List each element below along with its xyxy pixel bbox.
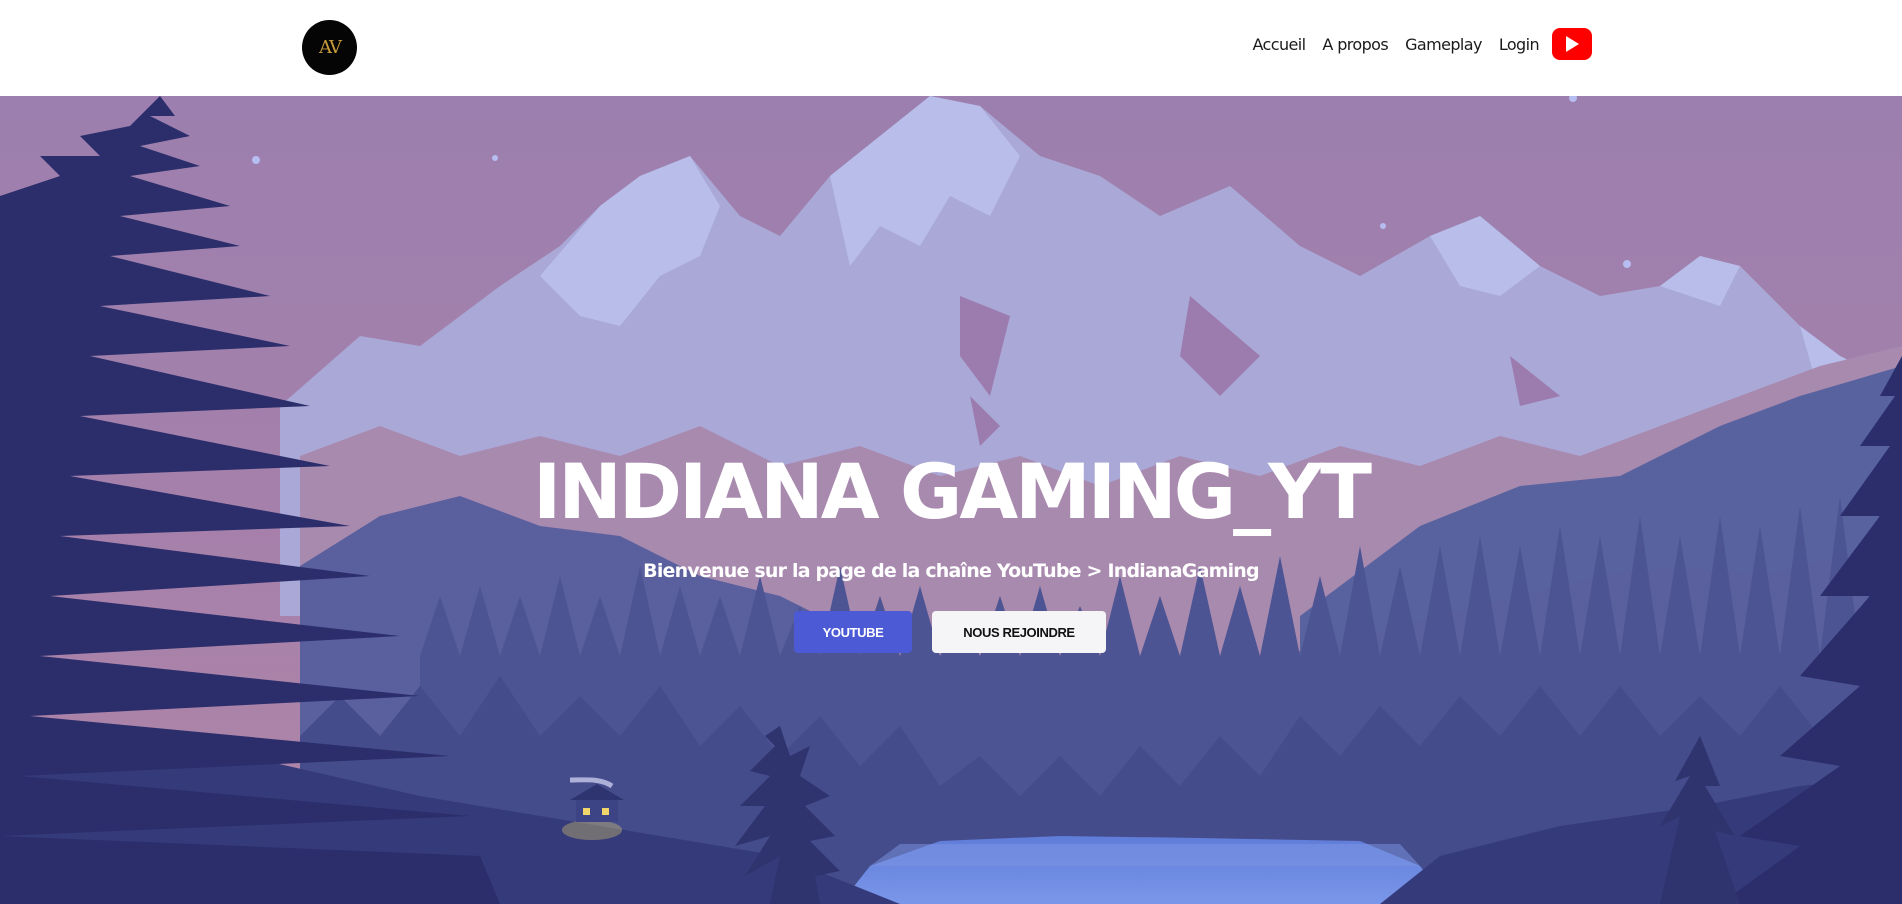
hero-content: INDIANA GAMING_YT Bienvenue sur la page … — [0, 96, 1902, 904]
logo-monogram: AV — [318, 37, 342, 58]
hero-title: INDIANA GAMING_YT — [533, 447, 1372, 536]
nav-link-login[interactable]: Login — [1499, 35, 1540, 54]
main-nav: Accueil A propos Gameplay Login — [1252, 28, 1592, 60]
join-button[interactable]: NOUS REJOINDRE — [932, 611, 1106, 653]
nav-link-gameplay[interactable]: Gameplay — [1405, 35, 1482, 54]
site-header: AV Accueil A propos Gameplay Login — [0, 0, 1902, 96]
youtube-button[interactable]: YOUTUBE — [794, 611, 912, 653]
hero-subtitle: Bienvenue sur la page de la chaîne YouTu… — [643, 560, 1260, 582]
youtube-nav-button[interactable] — [1552, 28, 1592, 60]
youtube-play-icon — [1566, 36, 1579, 52]
hero-section: INDIANA GAMING_YT Bienvenue sur la page … — [0, 96, 1902, 904]
nav-link-a-propos[interactable]: A propos — [1322, 35, 1388, 54]
nav-link-accueil[interactable]: Accueil — [1252, 35, 1306, 54]
site-logo[interactable]: AV — [302, 20, 357, 75]
